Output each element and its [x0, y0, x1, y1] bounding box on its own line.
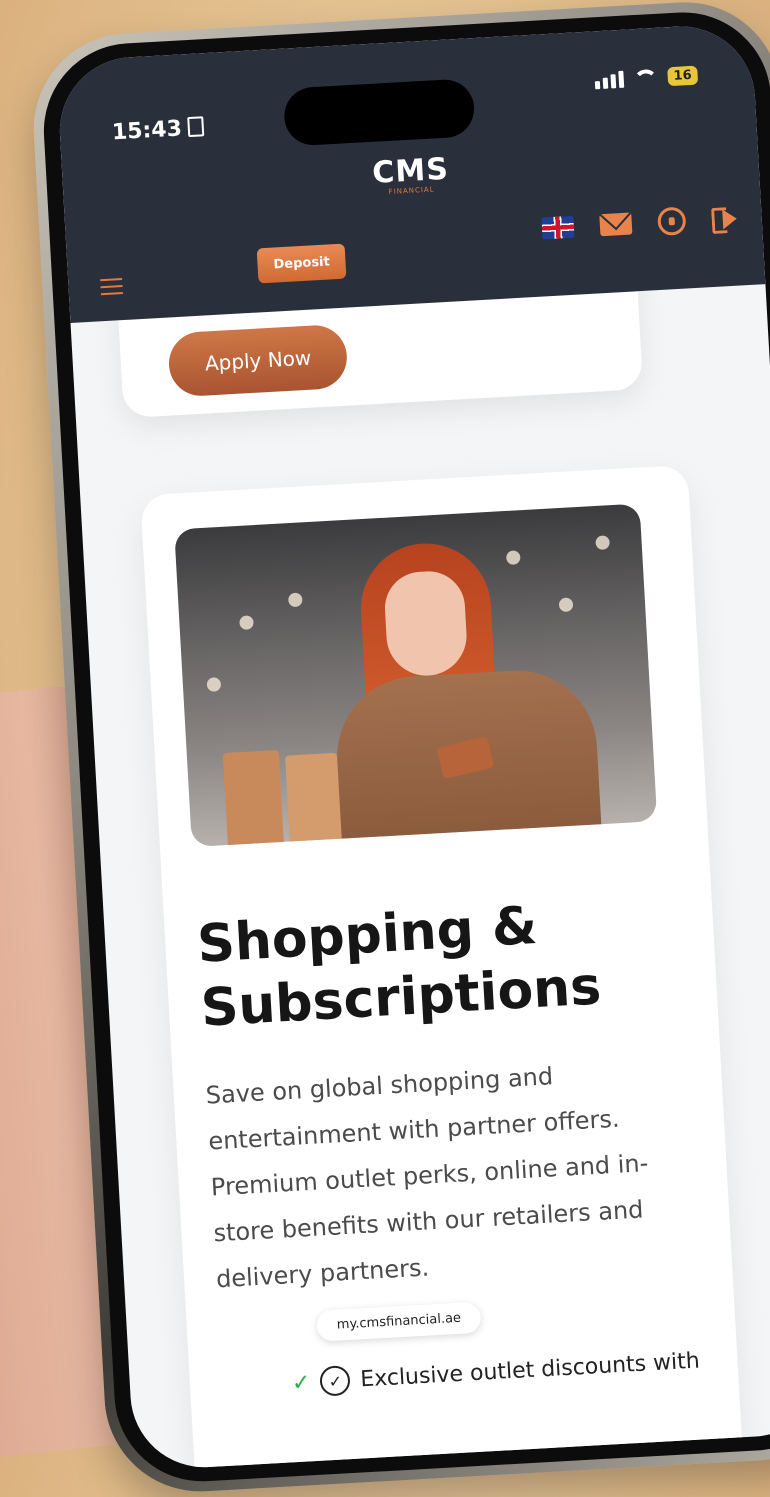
uk-flag-icon[interactable] — [541, 215, 575, 240]
phone-device: Apply Now Shopping & Subscriptions Save … — [28, 0, 770, 1497]
check-circle-icon: ✓ — [319, 1365, 352, 1397]
apply-now-button[interactable]: Apply Now — [167, 323, 349, 398]
support-headset-icon[interactable] — [657, 206, 687, 237]
person-face — [383, 569, 469, 678]
phone-screen: Apply Now Shopping & Subscriptions Save … — [55, 22, 770, 1472]
section-description: Save on global shopping and entertainmen… — [205, 1062, 649, 1294]
wifi-icon — [633, 68, 658, 87]
signal-icon — [594, 70, 625, 90]
check-icon: ✓ — [291, 1369, 312, 1396]
app-header: 15:43 16 CMS FINANCIAL Deposit — [55, 22, 766, 323]
logout-icon[interactable] — [711, 204, 740, 232]
shopping-photo — [174, 503, 658, 848]
deposit-button[interactable]: Deposit — [256, 243, 347, 284]
battery-icon: 16 — [667, 65, 699, 87]
shopping-bag — [284, 752, 342, 846]
bokeh-light — [595, 535, 610, 551]
time-text: 15:43 — [111, 116, 183, 146]
dynamic-island — [282, 78, 476, 147]
status-time: 15:43 — [111, 115, 205, 146]
mail-icon[interactable] — [599, 212, 633, 237]
bokeh-light — [287, 592, 303, 608]
bokeh-light — [206, 677, 222, 692]
bokeh-light — [239, 615, 254, 631]
sim-icon — [187, 116, 205, 138]
section-title: Shopping & Subscriptions — [195, 895, 603, 1039]
bokeh-light — [505, 550, 521, 566]
cms-logo[interactable]: CMS FINANCIAL — [62, 134, 759, 214]
header-actions — [541, 203, 740, 242]
logo-text: CMS — [371, 151, 450, 191]
status-indicators: 16 — [594, 65, 699, 91]
bokeh-light — [558, 597, 574, 613]
shopping-bag — [222, 750, 285, 848]
menu-icon[interactable] — [100, 278, 123, 300]
